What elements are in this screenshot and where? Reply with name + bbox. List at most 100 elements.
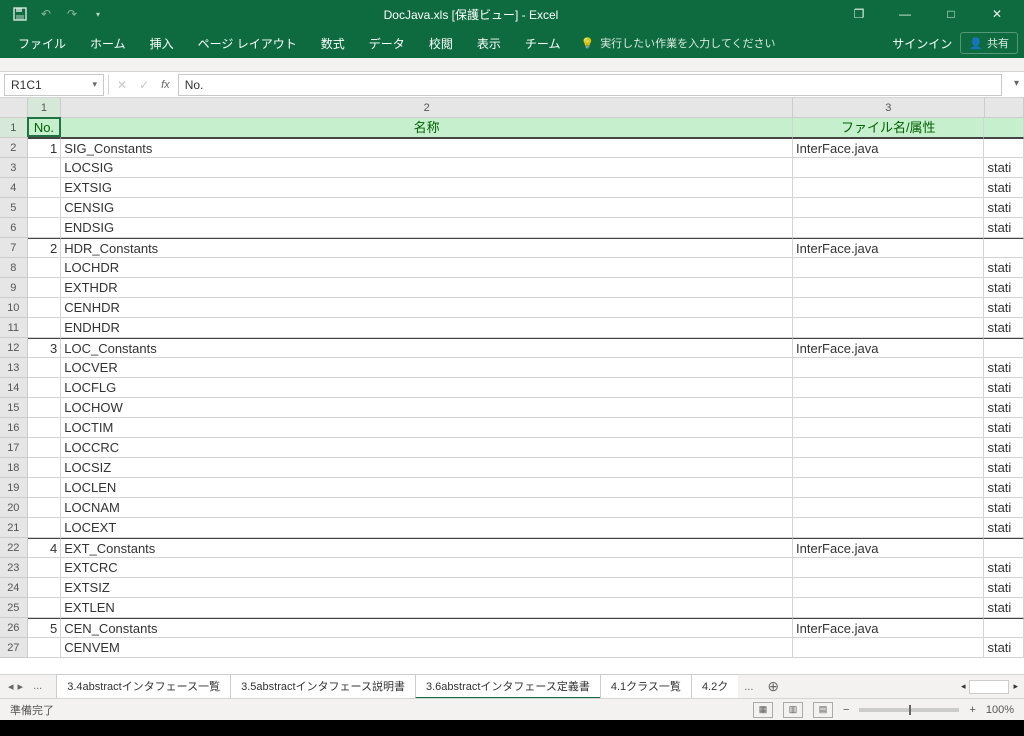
cell[interactable] <box>793 518 984 538</box>
row-header[interactable]: 9 <box>0 278 28 298</box>
cell[interactable]: EXTCRC <box>61 558 793 578</box>
cell[interactable]: stati <box>984 198 1024 218</box>
cell[interactable]: CEN_Constants <box>61 618 793 638</box>
cell[interactable]: LOCCRC <box>61 438 793 458</box>
tab-insert[interactable]: 挿入 <box>138 29 186 58</box>
col-header-3[interactable]: 3 <box>793 98 984 118</box>
cell[interactable] <box>28 178 62 198</box>
cell[interactable]: LOCHOW <box>61 398 793 418</box>
cell[interactable] <box>28 518 62 538</box>
view-normal-button[interactable]: ▦ <box>753 702 773 718</box>
cell[interactable]: CENSIG <box>61 198 793 218</box>
cell[interactable] <box>28 558 62 578</box>
cell[interactable] <box>984 138 1024 158</box>
row-header[interactable]: 21 <box>0 518 28 538</box>
tab-pagelayout[interactable]: ページ レイアウト <box>186 29 309 58</box>
cell[interactable]: stati <box>984 318 1024 338</box>
cell[interactable] <box>793 358 984 378</box>
row-header[interactable]: 26 <box>0 618 28 638</box>
cell[interactable] <box>793 558 984 578</box>
hscroll-right[interactable]: ▸ <box>1013 681 1018 692</box>
cell[interactable]: EXT_Constants <box>61 538 793 558</box>
row-header[interactable]: 18 <box>0 458 28 478</box>
row-header[interactable]: 17 <box>0 438 28 458</box>
formula-input[interactable]: No. <box>178 74 1002 96</box>
row-header[interactable]: 20 <box>0 498 28 518</box>
cell[interactable]: ファイル名/属性 <box>793 118 984 138</box>
tell-me[interactable]: 💡実行したい作業を入力してください <box>580 35 775 51</box>
cell[interactable]: No. <box>28 118 62 138</box>
cell[interactable] <box>793 298 984 318</box>
cell[interactable] <box>793 178 984 198</box>
cell[interactable] <box>793 218 984 238</box>
cell[interactable] <box>793 318 984 338</box>
cell[interactable] <box>793 458 984 478</box>
cell[interactable]: InterFace.java <box>793 238 984 258</box>
cell[interactable]: stati <box>984 558 1024 578</box>
row-header[interactable]: 25 <box>0 598 28 618</box>
tab-data[interactable]: データ <box>357 29 417 58</box>
sheet-tab[interactable]: 4.1クラス一覧 <box>600 674 692 699</box>
cell[interactable] <box>793 258 984 278</box>
cell[interactable] <box>793 438 984 458</box>
tab-home[interactable]: ホーム <box>78 29 138 58</box>
fx-icon[interactable]: fx <box>161 79 170 91</box>
cell[interactable] <box>28 378 62 398</box>
enter-icon[interactable]: ✓ <box>139 78 149 92</box>
cell[interactable]: LOCTIM <box>61 418 793 438</box>
cell[interactable]: 名称 <box>61 118 793 138</box>
cell[interactable]: stati <box>984 458 1024 478</box>
cell[interactable] <box>793 198 984 218</box>
cell[interactable] <box>28 318 62 338</box>
cell[interactable]: LOCHDR <box>61 258 793 278</box>
cell[interactable] <box>28 498 62 518</box>
row-header[interactable]: 6 <box>0 218 28 238</box>
cell[interactable]: LOCFLG <box>61 378 793 398</box>
cell[interactable] <box>984 538 1024 558</box>
row-header[interactable]: 3 <box>0 158 28 178</box>
cell[interactable]: InterFace.java <box>793 538 984 558</box>
cell[interactable]: HDR_Constants <box>61 238 793 258</box>
cell[interactable]: stati <box>984 358 1024 378</box>
cell[interactable]: LOCSIZ <box>61 458 793 478</box>
tab-nav-more[interactable]: ... <box>27 680 48 693</box>
new-sheet-button[interactable]: ⊕ <box>759 678 787 695</box>
cell[interactable] <box>28 578 62 598</box>
zoom-out-button[interactable]: − <box>843 704 849 716</box>
cell[interactable]: SIG_Constants <box>61 138 793 158</box>
name-box[interactable]: R1C1▾ <box>4 74 104 96</box>
cell[interactable]: CENVEM <box>61 638 793 658</box>
cell[interactable] <box>28 258 62 278</box>
cell[interactable]: stati <box>984 578 1024 598</box>
cell[interactable]: EXTSIZ <box>61 578 793 598</box>
cell[interactable]: ENDHDR <box>61 318 793 338</box>
cell[interactable]: stati <box>984 278 1024 298</box>
cell[interactable] <box>793 378 984 398</box>
row-header[interactable]: 15 <box>0 398 28 418</box>
cell[interactable] <box>793 398 984 418</box>
cell[interactable] <box>28 438 62 458</box>
cell[interactable] <box>28 358 62 378</box>
cell[interactable]: stati <box>984 158 1024 178</box>
hscroll-bar[interactable] <box>969 680 1009 694</box>
cell[interactable]: LOCLEN <box>61 478 793 498</box>
cell[interactable] <box>984 618 1024 638</box>
cell[interactable] <box>793 478 984 498</box>
cell[interactable] <box>984 338 1024 358</box>
cell[interactable]: stati <box>984 378 1024 398</box>
minimize-button[interactable]: — <box>882 0 928 28</box>
cell[interactable]: stati <box>984 418 1024 438</box>
cell[interactable]: InterFace.java <box>793 138 984 158</box>
cell[interactable] <box>793 638 984 658</box>
tab-file[interactable]: ファイル <box>6 29 78 58</box>
cell[interactable]: stati <box>984 298 1024 318</box>
cell[interactable] <box>793 158 984 178</box>
maximize-button[interactable]: □ <box>928 0 974 28</box>
cell[interactable]: LOCNAM <box>61 498 793 518</box>
cell[interactable] <box>984 238 1024 258</box>
cell[interactable]: EXTLEN <box>61 598 793 618</box>
tab-overflow[interactable]: ... <box>738 681 759 693</box>
cancel-icon[interactable]: ✕ <box>117 78 127 92</box>
cell[interactable]: stati <box>984 178 1024 198</box>
cell[interactable] <box>793 418 984 438</box>
